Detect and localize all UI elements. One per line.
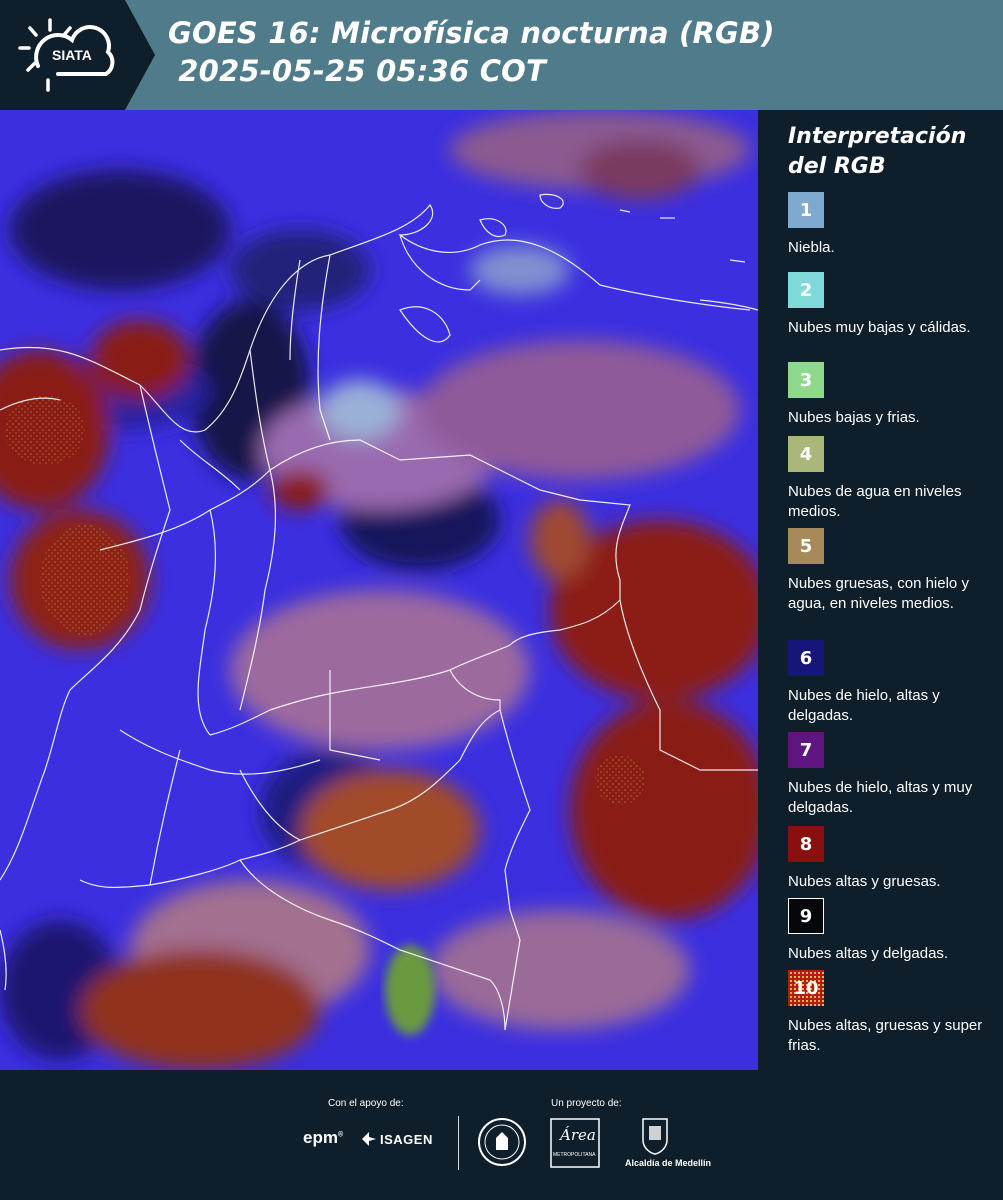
footer-bar: Con el apoyo de: Un proyecto de: epm® IS…	[0, 1070, 1003, 1200]
university-seal-logo	[478, 1118, 526, 1166]
legend-label-3: Nubes bajas y frias.	[788, 409, 920, 426]
legend-swatch-10: 10	[788, 970, 824, 1006]
satellite-rgb-map	[0, 110, 758, 1070]
legend-panel: Interpretación del RGB 1 Niebla. 2 Nubes…	[758, 110, 1003, 1070]
legend-swatch-3: 3	[788, 362, 824, 398]
header-bar: SIATA GOES 16: Microfísica nocturna (RGB…	[0, 0, 1003, 110]
area-logo-text: Área	[560, 1126, 596, 1144]
legend-item-3: 3 Nubes bajas y frias.	[788, 362, 988, 428]
legend-item-8: 8 Nubes altas y gruesas.	[788, 826, 988, 892]
legend-label-6: Nubes de hielo, altas y delgadas.	[788, 687, 940, 724]
legend-label-10: Nubes altas, gruesas y super frias.	[788, 1017, 983, 1054]
legend-swatch-4: 4	[788, 436, 824, 472]
footer-divider	[458, 1116, 459, 1170]
legend-label-7: Nubes de hielo, altas y muy delgadas.	[788, 779, 973, 816]
legend-item-4: 4 Nubes de agua en niveles medios.	[788, 436, 988, 522]
project-label: Un proyecto de:	[551, 1098, 622, 1109]
legend-swatch-1: 1	[788, 192, 824, 228]
alcaldia-logo-text: Alcaldía de Medellín	[625, 1158, 712, 1168]
legend-item-1: 1 Niebla.	[788, 192, 988, 258]
alcaldia-shield-icon	[640, 1116, 670, 1156]
epm-logo: epm®	[303, 1128, 344, 1147]
siata-logo-text: SIATA	[52, 47, 92, 63]
legend-item-5: 5 Nubes gruesas, con hielo y agua, en ni…	[788, 528, 988, 614]
isagen-mark-icon	[362, 1132, 376, 1146]
legend-label-4: Nubes de agua en niveles medios.	[788, 483, 962, 520]
area-logo-sub: METROPOLITANA	[553, 1152, 596, 1158]
area-metropolitana-logo: Área METROPOLITANA	[550, 1118, 600, 1168]
epm-logo-text: epm	[303, 1128, 338, 1147]
legend-item-7: 7 Nubes de hielo, altas y muy delgadas.	[788, 732, 988, 818]
legend-label-1: Niebla.	[788, 239, 835, 256]
legend-title: Interpretación del RGB	[788, 124, 967, 179]
legend-label-9: Nubes altas y delgadas.	[788, 945, 949, 962]
isagen-logo-text: ISAGEN	[380, 1132, 433, 1147]
legend-swatch-8: 8	[788, 826, 824, 862]
support-label: Con el apoyo de:	[328, 1098, 404, 1109]
legend-swatch-9: 9	[788, 898, 824, 934]
isagen-logo	[360, 1130, 378, 1152]
legend-label-8: Nubes altas y gruesas.	[788, 873, 941, 890]
legend-item-6: 6 Nubes de hielo, altas y delgadas.	[788, 640, 988, 726]
legend-swatch-6: 6	[788, 640, 824, 676]
title-product: GOES 16: Microfísica nocturna (RGB)	[168, 16, 775, 50]
legend-swatch-5: 5	[788, 528, 824, 564]
legend-swatch-2: 2	[788, 272, 824, 308]
legend-label-2: Nubes muy bajas y cálidas.	[788, 319, 971, 336]
legend-label-5: Nubes gruesas, con hielo y agua, en nive…	[788, 575, 969, 612]
legend-item-10: 10 Nubes altas, gruesas y super frias.	[788, 970, 988, 1056]
siata-logo: SIATA	[0, 0, 155, 110]
title-timestamp: 2025-05-25 05:36 COT	[168, 54, 547, 88]
page-title: GOES 16: Microfísica nocturna (RGB) 2025…	[168, 14, 775, 90]
legend-item-9: 9 Nubes altas y delgadas.	[788, 898, 988, 964]
legend-item-2: 2 Nubes muy bajas y cálidas.	[788, 272, 988, 338]
legend-swatch-7: 7	[788, 732, 824, 768]
